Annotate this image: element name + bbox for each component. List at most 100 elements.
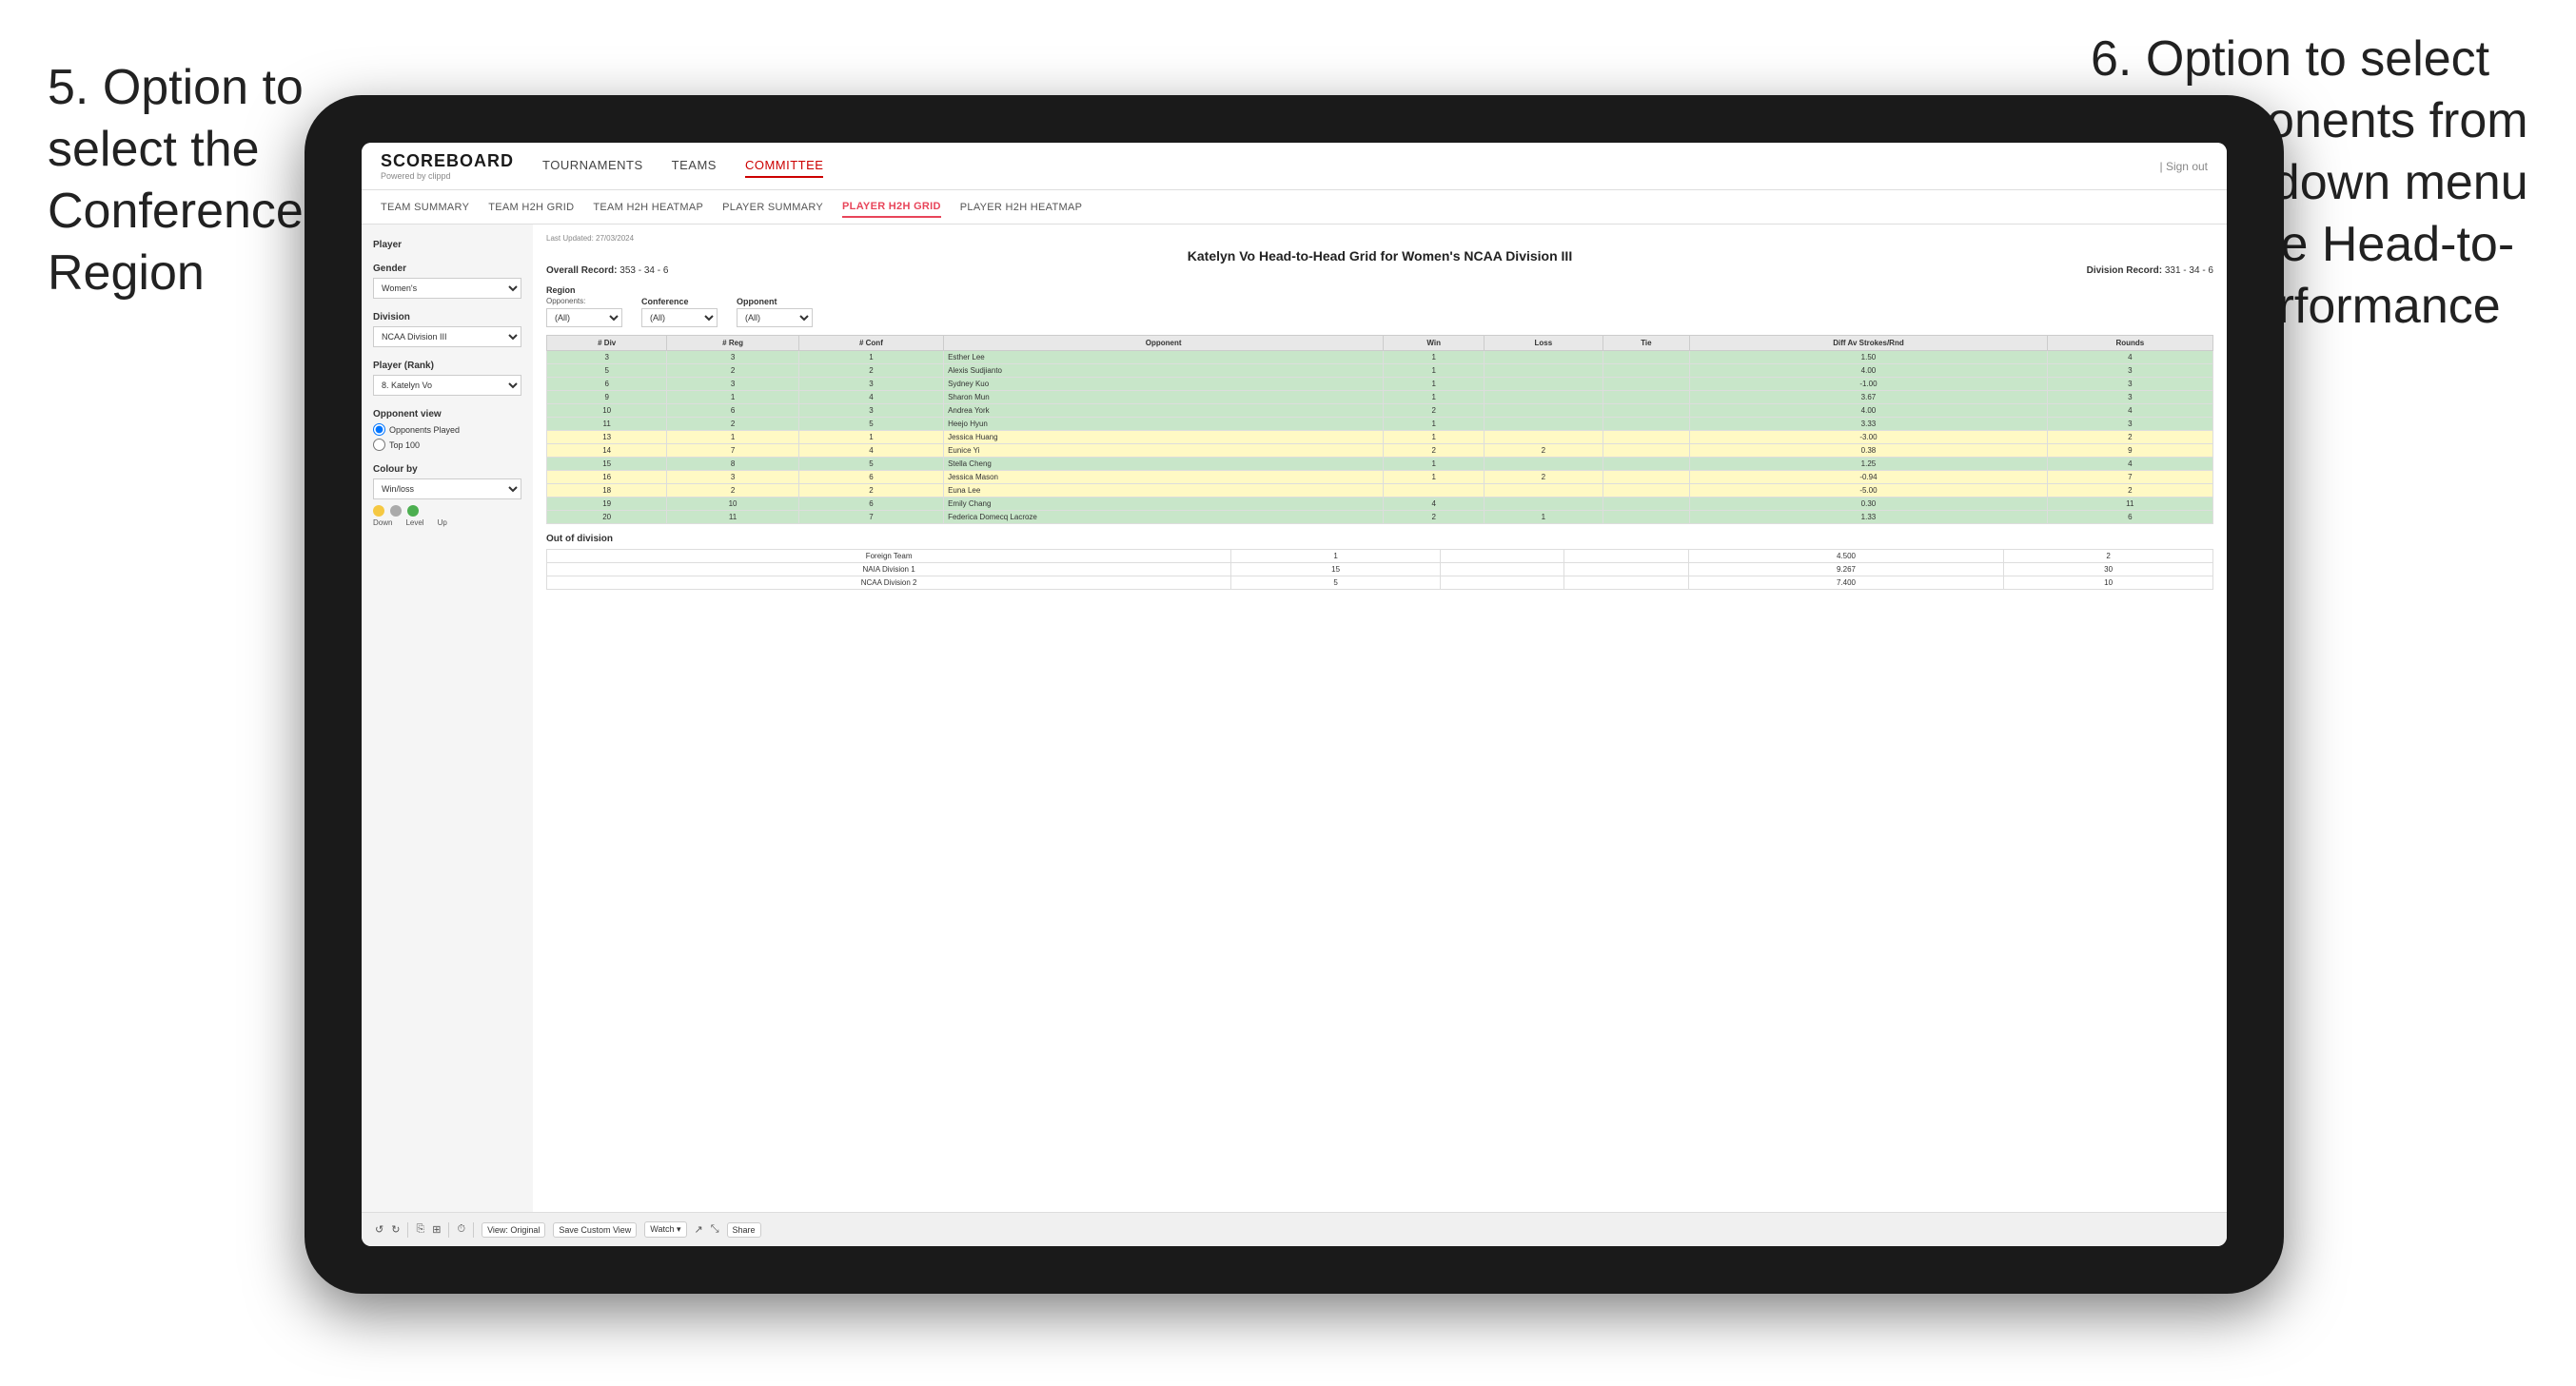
sidebar: Player Gender Women's Men's Division NCA… — [362, 224, 533, 1212]
dot-level — [390, 505, 402, 517]
sidebar-playerrank-select[interactable]: 8. Katelyn Vo — [373, 375, 521, 396]
table-row: 14 7 4 Eunice Yi 2 2 0.38 9 — [547, 444, 2213, 458]
filter-opponents-select[interactable]: (All) — [546, 308, 622, 327]
copy-icon[interactable]: ⎘ — [416, 1223, 424, 1236]
table-row: 13 1 1 Jessica Huang 1 -3.00 2 — [547, 431, 2213, 444]
th-win: Win — [1384, 336, 1485, 351]
clock-icon[interactable]: ⏱ — [457, 1223, 465, 1236]
out-of-division-title: Out of division — [546, 534, 2213, 544]
sidebar-colourby-select[interactable]: Win/loss — [373, 478, 521, 499]
table-row: 19 10 6 Emily Chang 4 0.30 11 — [547, 498, 2213, 511]
radio-top100[interactable]: Top 100 — [373, 439, 521, 451]
th-loss: Loss — [1485, 336, 1603, 351]
sidebar-opponent-view-section: Opponent view Opponents Played Top 100 — [373, 409, 521, 451]
filter-opponents-label: Opponents: — [546, 297, 622, 305]
th-diff: Diff Av Strokes/Rnd — [1690, 336, 2047, 351]
sidebar-player-label: Player — [373, 240, 521, 250]
nav-committee[interactable]: COMMITTEE — [745, 154, 824, 178]
sub-team-summary[interactable]: TEAM SUMMARY — [381, 198, 469, 217]
undo-icon[interactable]: ↺ — [375, 1223, 383, 1236]
dot-labels: Down Level Up — [373, 518, 521, 527]
dot-down — [373, 505, 384, 517]
toolbar-sep-1 — [407, 1222, 408, 1238]
sidebar-colourby-label: Colour by — [373, 464, 521, 475]
main-content: Player Gender Women's Men's Division NCA… — [362, 224, 2227, 1212]
out-division-row: Foreign Team 1 4.500 2 — [547, 550, 2213, 563]
sub-player-h2h-heatmap[interactable]: PLAYER H2H HEATMAP — [960, 198, 1082, 217]
filter-conference: Conference (All) — [641, 297, 718, 327]
sidebar-radio-group: Opponents Played Top 100 — [373, 423, 521, 451]
sidebar-division-section: Division NCAA Division III — [373, 312, 521, 347]
nav-sign-out[interactable]: | Sign out — [2160, 160, 2208, 173]
logo-area: SCOREBOARD Powered by clippd — [381, 151, 514, 181]
filter-region-label: Region — [546, 285, 622, 295]
overall-record: Overall Record: 353 - 34 - 6 — [546, 265, 668, 276]
sub-team-h2h-grid[interactable]: TEAM H2H GRID — [488, 198, 574, 217]
out-of-division-table: Foreign Team 1 4.500 2 NAIA Division 1 1… — [546, 549, 2213, 590]
filter-conference-label: Conference — [641, 297, 718, 306]
sidebar-opponent-view-label: Opponent view — [373, 409, 521, 420]
filters-row: Region Opponents: (All) Conference (All) — [546, 285, 2213, 327]
th-tie: Tie — [1603, 336, 1690, 351]
watch-btn[interactable]: Watch ▾ — [644, 1221, 686, 1238]
th-reg: # Reg — [667, 336, 798, 351]
logo-sub: Powered by clippd — [381, 171, 514, 181]
sub-team-h2h-heatmap[interactable]: TEAM H2H HEATMAP — [593, 198, 703, 217]
table-row: 9 1 4 Sharon Mun 1 3.67 3 — [547, 391, 2213, 404]
sidebar-division-label: Division — [373, 312, 521, 322]
dot-label-down: Down — [373, 518, 392, 527]
sidebar-colourby-section: Colour by Win/loss Down Level Up — [373, 464, 521, 527]
th-div: # Div — [547, 336, 667, 351]
dot-label-up: Up — [438, 518, 447, 527]
paste-icon[interactable]: ⊞ — [432, 1223, 441, 1236]
nav-teams[interactable]: TEAMS — [672, 154, 717, 178]
share-icon[interactable]: ⤡ — [711, 1223, 719, 1236]
radio-opponents-played[interactable]: Opponents Played — [373, 423, 521, 436]
dashboard-title: Katelyn Vo Head-to-Head Grid for Women's… — [546, 248, 2213, 264]
sidebar-playerrank-label: Player (Rank) — [373, 361, 521, 371]
table-row: 18 2 2 Euna Lee -5.00 2 — [547, 484, 2213, 498]
filter-opponent: Opponent (All) — [737, 297, 813, 327]
sub-player-h2h-grid[interactable]: PLAYER H2H GRID — [842, 197, 941, 218]
table-row: 20 11 7 Federica Domecq Lacroze 2 1 1.33… — [547, 511, 2213, 524]
sidebar-player-section: Player — [373, 240, 521, 250]
tablet-frame: SCOREBOARD Powered by clippd TOURNAMENTS… — [305, 95, 2284, 1294]
logo-text: SCOREBOARD — [381, 151, 514, 171]
out-division-row: NCAA Division 2 5 7.400 10 — [547, 576, 2213, 590]
bottom-toolbar: ↺ ↻ ⎘ ⊞ ⏱ View: Original Save Custom Vie… — [362, 1212, 2227, 1246]
dashboard-records: Overall Record: 353 - 34 - 6 Division Re… — [546, 265, 2213, 276]
th-conf: # Conf — [798, 336, 943, 351]
table-row: 3 3 1 Esther Lee 1 1.50 4 — [547, 351, 2213, 364]
th-rounds: Rounds — [2047, 336, 2212, 351]
dot-up — [407, 505, 419, 517]
sidebar-dots — [373, 505, 521, 517]
data-table: # Div # Reg # Conf Opponent Win Loss Tie… — [546, 335, 2213, 524]
out-division-row: NAIA Division 1 15 9.267 30 — [547, 563, 2213, 576]
sub-nav: TEAM SUMMARY TEAM H2H GRID TEAM H2H HEAT… — [362, 190, 2227, 224]
filter-opponent-select[interactable]: (All) — [737, 308, 813, 327]
sidebar-division-select[interactable]: NCAA Division III — [373, 326, 521, 347]
dashboard-updated: Last Updated: 27/03/2024 — [546, 234, 2213, 243]
toolbar-sep-3 — [473, 1222, 474, 1238]
nav-bar: SCOREBOARD Powered by clippd TOURNAMENTS… — [362, 143, 2227, 190]
export-icon[interactable]: ↗ — [695, 1223, 703, 1236]
sidebar-gender-select[interactable]: Women's Men's — [373, 278, 521, 299]
table-row: 6 3 3 Sydney Kuo 1 -1.00 3 — [547, 378, 2213, 391]
table-row: 15 8 5 Stella Cheng 1 1.25 4 — [547, 458, 2213, 471]
table-row: 5 2 2 Alexis Sudjianto 1 4.00 3 — [547, 364, 2213, 378]
table-row: 11 2 5 Heejo Hyun 1 3.33 3 — [547, 418, 2213, 431]
save-custom-btn[interactable]: Save Custom View — [553, 1222, 637, 1238]
toolbar-sep-2 — [448, 1222, 449, 1238]
filter-opponent-label: Opponent — [737, 297, 813, 306]
sidebar-playerrank-section: Player (Rank) 8. Katelyn Vo — [373, 361, 521, 396]
sub-player-summary[interactable]: PLAYER SUMMARY — [722, 198, 823, 217]
redo-icon[interactable]: ↻ — [391, 1223, 400, 1236]
th-opponent: Opponent — [944, 336, 1384, 351]
view-original-btn[interactable]: View: Original — [482, 1222, 545, 1238]
division-record: Division Record: 331 - 34 - 6 — [2087, 265, 2213, 276]
dashboard: Last Updated: 27/03/2024 Katelyn Vo Head… — [533, 224, 2227, 1212]
share-btn[interactable]: Share — [727, 1222, 761, 1238]
nav-tournaments[interactable]: TOURNAMENTS — [542, 154, 643, 178]
filter-conference-select[interactable]: (All) — [641, 308, 718, 327]
tablet-screen: SCOREBOARD Powered by clippd TOURNAMENTS… — [362, 143, 2227, 1246]
